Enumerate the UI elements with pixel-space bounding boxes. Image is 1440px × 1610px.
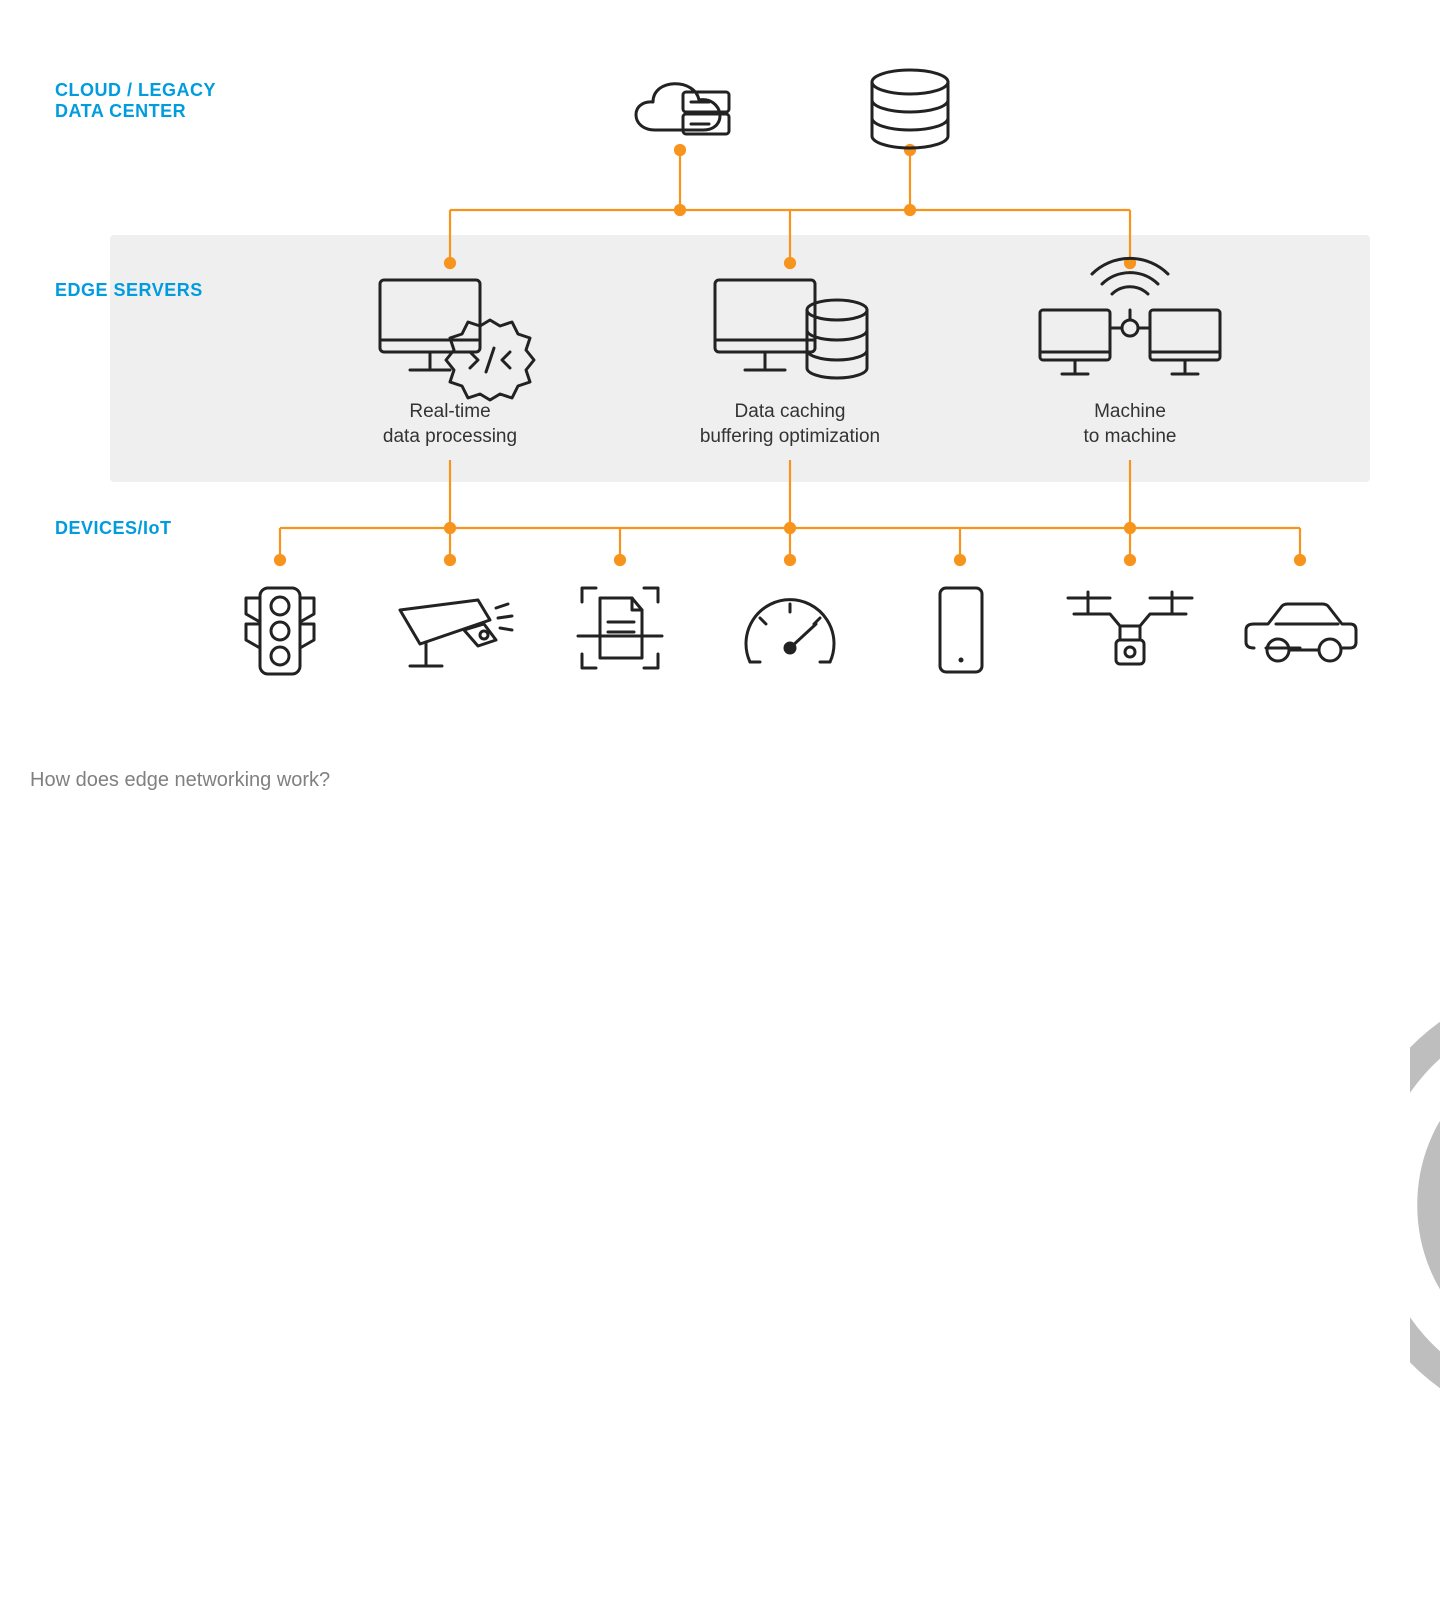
diagram-svg — [0, 0, 1440, 810]
gauge-icon — [746, 600, 834, 662]
traffic-light-icon — [246, 588, 314, 674]
phone-icon — [940, 588, 982, 672]
cloud-server-icon — [636, 84, 729, 134]
document-scan-icon — [578, 588, 662, 668]
cctv-camera-icon — [400, 600, 512, 666]
m2m-icon — [1040, 258, 1220, 374]
diagram-root: CLOUD / LEGACYDATA CENTER EDGE SERVERS D… — [0, 0, 1440, 810]
database-icon — [872, 70, 948, 148]
monitor-db-icon — [715, 280, 867, 378]
drone-icon — [1068, 592, 1192, 664]
car-icon — [1246, 604, 1356, 661]
code-monitor-icon — [380, 280, 534, 400]
